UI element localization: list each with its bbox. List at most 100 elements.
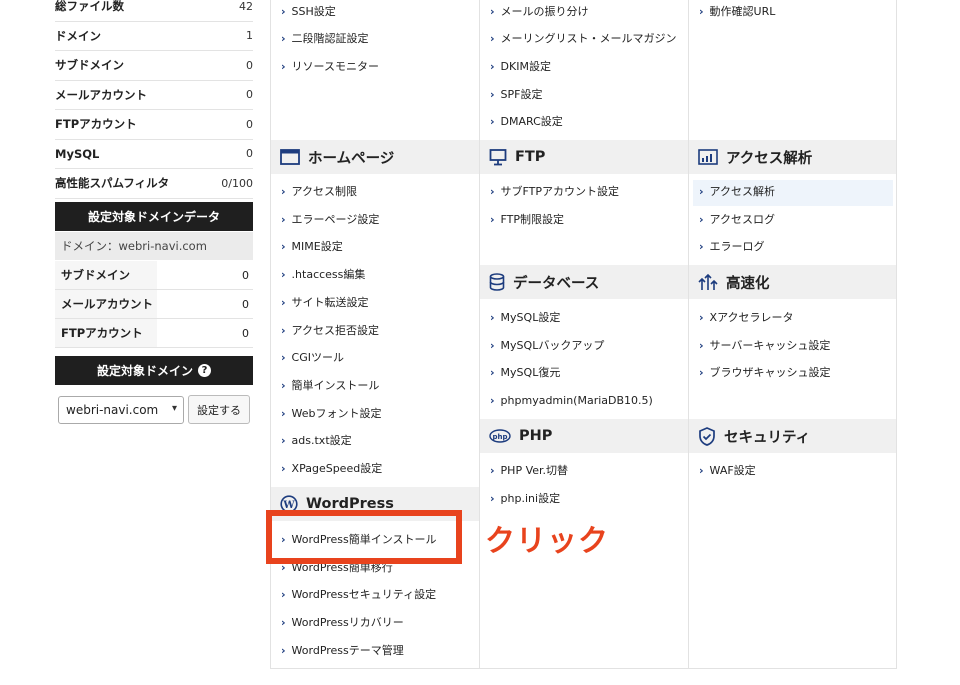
stat-label: FTPアカウント [55, 117, 137, 132]
menu-link[interactable]: › メーリングリスト・メールマガジン [490, 28, 677, 48]
chevron-right-icon: › [281, 184, 286, 198]
menu-link-label: アクセス拒否設定 [291, 324, 379, 337]
section-title: ホームページ [308, 150, 395, 167]
menu-link[interactable]: › サーバーキャッシュ設定 [699, 335, 830, 355]
menu-link[interactable]: › php.ini設定 [490, 488, 560, 508]
shield-icon [699, 426, 715, 446]
menu-link[interactable]: › WordPressテーマ管理 [281, 640, 404, 660]
section-title: 高速化 [726, 275, 770, 292]
menu-link-label: メールの振り分け [500, 5, 589, 18]
chevron-right-icon: › [490, 310, 495, 324]
chevron-right-icon: › [699, 463, 704, 477]
menu-link[interactable]: › MySQL復元 [490, 362, 560, 382]
menu-link-label: WordPressセキュリティ設定 [291, 588, 437, 601]
domain-select[interactable]: webri-navi.com ▾ [58, 396, 184, 424]
chevron-right-icon: › [281, 59, 286, 73]
menu-link[interactable]: › WordPressリカバリー [281, 612, 404, 632]
section-header-database: データベース [480, 265, 688, 299]
menu-link-label: エラーページ設定 [291, 213, 380, 226]
menu-link-label: SSH設定 [291, 5, 336, 18]
menu-link-label: Webフォント設定 [291, 407, 382, 420]
menu-link[interactable]: › 動作確認URL [699, 1, 775, 21]
menu-link-label: CGIツール [291, 351, 344, 364]
domain-select-value: webri-navi.com [66, 403, 159, 417]
menu-link[interactable]: › DKIM設定 [490, 56, 551, 76]
menu-link-label: WAF設定 [709, 464, 756, 477]
stat-label: FTPアカウント [55, 319, 157, 347]
menu-link[interactable]: › CGIツール [281, 347, 344, 367]
section-header-security: セキュリティ [689, 419, 896, 453]
stat-label: サブドメイン [55, 58, 124, 73]
menu-link-label: エラーログ [709, 240, 765, 253]
menu-link[interactable]: › 二段階認証設定 [281, 28, 369, 48]
menu-link-label: 動作確認URL [709, 5, 776, 18]
section-title: データベース [513, 275, 600, 292]
menu-link[interactable]: › MIME設定 [281, 236, 343, 256]
speed-icon [698, 273, 718, 290]
stat-value: 0 [246, 147, 253, 161]
menu-link[interactable]: › アクセス解析 [699, 181, 775, 201]
domain-stat-row: FTPアカウント 0 [55, 319, 253, 348]
menu-link[interactable]: › SPF設定 [490, 84, 543, 104]
menu-link[interactable]: › phpmyadmin(MariaDB10.5) [490, 390, 653, 410]
menu-link[interactable]: › ads.txt設定 [281, 430, 352, 450]
menu-link[interactable]: › エラーログ [699, 236, 765, 256]
domain-stat-row: サブドメイン 0 [55, 261, 253, 290]
menu-link[interactable]: › PHP Ver.切替 [490, 460, 568, 480]
column-divider [688, 0, 689, 669]
menu-link[interactable]: › DMARC設定 [490, 111, 563, 131]
php-icon: php [489, 429, 511, 443]
menu-link-label: MySQLバックアップ [500, 339, 605, 352]
chevron-right-icon: › [281, 433, 286, 447]
stat-value: 0 [246, 117, 253, 131]
stat-label: 総ファイル数 [55, 0, 124, 14]
menu-link[interactable]: › .htaccess編集 [281, 264, 365, 284]
menu-link[interactable]: › SSH設定 [281, 1, 336, 21]
menu-link[interactable]: › サイト転送設定 [281, 292, 369, 312]
menu-link[interactable]: › エラーページ設定 [281, 209, 379, 229]
chevron-right-icon: › [490, 184, 495, 198]
menu-link[interactable]: › FTP制限設定 [490, 209, 564, 229]
menu-link[interactable]: › MySQLバックアップ [490, 335, 604, 355]
stat-label: サブドメイン [55, 261, 157, 289]
chevron-right-icon: › [490, 114, 495, 128]
section-title: セキュリティ [724, 429, 811, 446]
menu-link[interactable]: › アクセス拒否設定 [281, 320, 379, 340]
menu-link[interactable]: › アクセス制限 [281, 181, 357, 201]
chevron-right-icon: › [490, 4, 495, 18]
stat-value: 42 [239, 0, 253, 13]
menu-link[interactable]: › リソースモニター [281, 56, 379, 76]
menu-link[interactable]: › WordPressセキュリティ設定 [281, 584, 436, 604]
help-icon[interactable]: ? [198, 364, 211, 377]
annotation-click-label: クリック [485, 524, 609, 559]
chevron-right-icon: › [281, 378, 286, 392]
set-domain-button[interactable]: 設定する [188, 395, 250, 424]
chevron-right-icon: › [490, 338, 495, 352]
section-header-ftp: FTP [480, 140, 688, 174]
stat-value: 0 [242, 297, 249, 311]
menu-link-label: XPageSpeed設定 [291, 462, 383, 475]
window-icon [280, 149, 300, 165]
menu-link[interactable]: › ブラウザキャッシュ設定 [699, 362, 831, 382]
menu-link-label: WordPressテーマ管理 [291, 644, 404, 657]
menu-link[interactable]: › アクセスログ [699, 209, 775, 229]
menu-link[interactable]: › Xアクセラレータ [699, 307, 794, 327]
menu-link[interactable]: › Webフォント設定 [281, 403, 382, 423]
stat-row: メールアカウント 0 [55, 81, 253, 110]
stat-label: 高性能スパムフィルタ [55, 176, 170, 191]
domain-info: ドメイン：webri-navi.com [55, 232, 253, 260]
menu-link[interactable]: › サブFTPアカウント設定 [490, 181, 619, 201]
section-header-access: アクセス解析 [689, 140, 896, 174]
menu-link[interactable]: › 簡単インストール [281, 375, 379, 395]
domain-data-title: 設定対象ドメインデータ [87, 210, 220, 224]
stat-row: FTPアカウント 0 [55, 110, 253, 140]
chevron-right-icon: › [490, 463, 495, 477]
menu-link-label: サーバーキャッシュ設定 [709, 339, 831, 352]
menu-link[interactable]: › MySQL設定 [490, 307, 560, 327]
menu-link[interactable]: › メールの振り分け [490, 1, 589, 21]
menu-link[interactable]: › XPageSpeed設定 [281, 458, 382, 478]
menu-link-label: MIME設定 [291, 240, 343, 253]
menu-link[interactable]: › WAF設定 [699, 460, 756, 480]
chevron-right-icon: › [281, 615, 286, 629]
stat-value: 0 [246, 88, 253, 102]
